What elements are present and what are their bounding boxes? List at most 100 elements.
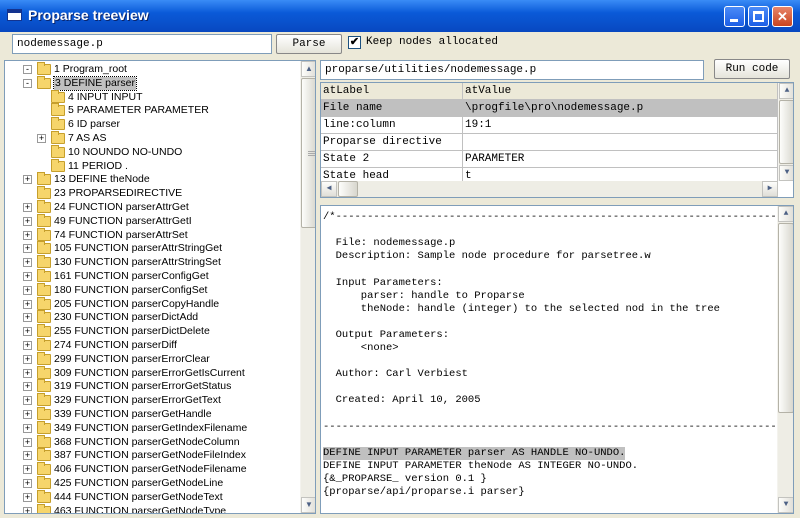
tree-node[interactable]: +161 FUNCTION parserConfigGet — [5, 269, 299, 283]
grid-cell-label[interactable]: File name — [321, 99, 463, 117]
grid-cell-label[interactable]: State 2 — [321, 150, 463, 168]
grid-cell-label[interactable]: Proparse directive — [321, 133, 463, 151]
tree-vertical-scrollbar[interactable]: ▲ ▼ — [300, 61, 315, 513]
close-button[interactable]: ✕ — [772, 6, 793, 27]
tree-node[interactable]: +13 DEFINE theNode — [5, 172, 299, 186]
keep-nodes-checkbox[interactable]: ✔ — [348, 36, 361, 49]
grid-row[interactable]: line:column 19:1 — [321, 116, 778, 134]
grid-cell-value[interactable]: PARAMETER — [462, 150, 778, 168]
tree-node[interactable]: +130 FUNCTION parserAttrStringSet — [5, 255, 299, 269]
title-bar[interactable]: Proparse treeview ✕ — [0, 0, 800, 32]
grid-scroll-down-arrow[interactable]: ▼ — [779, 165, 793, 181]
code-scroll-down-arrow[interactable]: ▼ — [778, 497, 793, 513]
grid-row[interactable]: Proparse directive — [321, 133, 778, 151]
expand-toggle-icon[interactable]: + — [23, 272, 32, 281]
tree-node[interactable]: +309 FUNCTION parserErrorGetIsCurrent — [5, 365, 299, 380]
expand-toggle-icon[interactable]: + — [23, 506, 32, 513]
tree-node[interactable]: 4 INPUT INPUT — [5, 89, 299, 104]
expand-toggle-icon[interactable]: + — [23, 313, 32, 323]
tree-node[interactable]: - 1 Program_root — [5, 62, 299, 76]
expand-toggle-icon[interactable]: + — [23, 216, 32, 226]
tree-node[interactable]: +463 FUNCTION parserGetNodeType — [5, 503, 299, 513]
tree-node[interactable]: +7 AS AS — [5, 131, 299, 145]
tree-node[interactable]: +425 FUNCTION parserGetNodeLine — [5, 476, 299, 490]
expand-toggle-icon[interactable]: + — [23, 437, 32, 447]
grid-scroll-up-arrow[interactable]: ▲ — [779, 83, 793, 99]
tree-scroll-up-arrow[interactable]: ▲ — [301, 61, 315, 77]
tree-node[interactable]: +49 FUNCTION parserAttrGetI — [5, 213, 299, 228]
grid-cell-value[interactable]: \progfile\pro\nodemessage.p — [462, 99, 778, 117]
minimize-button[interactable] — [724, 6, 745, 27]
tree-node[interactable]: +274 FUNCTION parserDiff — [5, 338, 299, 352]
expand-toggle-icon[interactable]: + — [23, 175, 32, 185]
expand-toggle-icon[interactable]: + — [23, 341, 32, 350]
expand-toggle-icon[interactable]: + — [23, 396, 32, 406]
tree-node[interactable]: 11 PERIOD . — [5, 158, 299, 173]
tree-node[interactable]: +349 FUNCTION parserGetIndexFilename — [5, 420, 299, 435]
tree-node[interactable]: +368 FUNCTION parserGetNodeColumn — [5, 434, 299, 449]
collapse-toggle-icon[interactable]: - — [23, 78, 32, 88]
expand-toggle-icon[interactable]: + — [23, 203, 32, 212]
expand-toggle-icon[interactable]: + — [23, 327, 32, 337]
tree-node[interactable]: +230 FUNCTION parserDictAdd — [5, 310, 299, 324]
grid-scroll-left-arrow[interactable]: ◀ — [321, 181, 337, 197]
attribute-grid[interactable]: atLabel atValue File name \progfile\pro\n… — [320, 82, 794, 198]
expand-toggle-icon[interactable]: + — [23, 410, 32, 419]
expand-toggle-icon[interactable]: + — [23, 423, 32, 433]
column-header-atvalue[interactable]: atValue — [462, 83, 778, 100]
tree-node[interactable]: 23 PROPARSEDIRECTIVE — [5, 186, 299, 200]
vertical-splitter-grip[interactable] — [304, 150, 316, 159]
tree-node[interactable]: 5 PARAMETER PARAMETER — [5, 103, 299, 117]
collapse-toggle-icon[interactable]: - — [23, 65, 32, 74]
tree-node[interactable]: +24 FUNCTION parserAttrGet — [5, 200, 299, 214]
expand-toggle-icon[interactable]: + — [23, 479, 32, 488]
parse-tree[interactable]: ▲ ▼ - 1 Program_root - 3 DEFINE parser 4 INP… — [4, 60, 316, 514]
expand-toggle-icon[interactable]: + — [23, 451, 32, 461]
code-scroll-thumb[interactable] — [778, 223, 793, 413]
grid-cell-value[interactable]: 19:1 — [462, 116, 778, 134]
grid-scroll-right-arrow[interactable]: ▶ — [762, 181, 778, 197]
grid-cell-value[interactable] — [462, 133, 778, 151]
tree-node[interactable]: +299 FUNCTION parserErrorClear — [5, 351, 299, 366]
run-code-button[interactable]: Run code — [714, 59, 790, 79]
path-input[interactable] — [320, 60, 704, 80]
expand-toggle-icon[interactable]: + — [23, 382, 32, 392]
grid-scroll-thumb[interactable] — [779, 100, 793, 164]
parse-button[interactable]: Parse — [276, 34, 342, 54]
code-scroll-up-arrow[interactable]: ▲ — [778, 206, 793, 222]
grid-horizontal-scrollbar[interactable]: ◀ ▶ — [321, 181, 778, 197]
expand-toggle-icon[interactable]: + — [23, 299, 32, 309]
tree-node[interactable]: +74 FUNCTION parserAttrSet — [5, 227, 299, 242]
file-input[interactable] — [12, 34, 272, 54]
tree-scroll-down-arrow[interactable]: ▼ — [301, 497, 315, 513]
tree-node[interactable]: +180 FUNCTION parserConfigSet — [5, 282, 299, 297]
tree-node[interactable]: +339 FUNCTION parserGetHandle — [5, 407, 299, 421]
maximize-button[interactable] — [748, 6, 769, 27]
code-vertical-scrollbar[interactable]: ▲ ▼ — [777, 206, 793, 513]
tree-node[interactable]: 6 ID parser — [5, 117, 299, 131]
expand-toggle-icon[interactable]: + — [23, 492, 32, 502]
tree-node[interactable]: 10 NOUNDO NO-UNDO — [5, 144, 299, 159]
grid-vertical-scrollbar[interactable]: ▲ ▼ — [778, 83, 793, 181]
tree-node[interactable]: +406 FUNCTION parserGetNodeFilename — [5, 462, 299, 476]
tree-node[interactable]: +205 FUNCTION parserCopyHandle — [5, 296, 299, 311]
tree-node[interactable]: +255 FUNCTION parserDictDelete — [5, 324, 299, 338]
expand-toggle-icon[interactable]: + — [23, 244, 32, 254]
grid-cell-label[interactable]: line:column — [321, 116, 463, 134]
code-editor[interactable]: {proparse/api/proparse.i parser} {&_PROPA… — [320, 205, 794, 514]
tree-node[interactable]: +105 FUNCTION parserAttrStringGet — [5, 241, 299, 255]
expand-toggle-icon[interactable]: + — [23, 258, 32, 268]
grid-row[interactable]: State 2 PARAMETER — [321, 150, 778, 168]
tree-node[interactable]: +444 FUNCTION parserGetNodeText — [5, 489, 299, 504]
tree-node[interactable]: +329 FUNCTION parserErrorGetText — [5, 393, 299, 407]
tree-node[interactable]: - 3 DEFINE parser — [5, 75, 299, 91]
expand-toggle-icon[interactable]: + — [23, 230, 32, 240]
tree-node[interactable]: +319 FUNCTION parserErrorGetStatus — [5, 379, 299, 393]
column-header-atlabel[interactable]: atLabel — [321, 83, 463, 100]
expand-toggle-icon[interactable]: + — [23, 465, 32, 475]
expand-toggle-icon[interactable]: + — [23, 368, 32, 378]
expand-toggle-icon[interactable]: + — [23, 285, 32, 295]
grid-row[interactable]: File name \progfile\pro\nodemessage.p — [321, 99, 778, 117]
tree-node[interactable]: +387 FUNCTION parserGetNodeFileIndex — [5, 448, 299, 462]
grid-hscroll-thumb[interactable] — [338, 181, 358, 197]
